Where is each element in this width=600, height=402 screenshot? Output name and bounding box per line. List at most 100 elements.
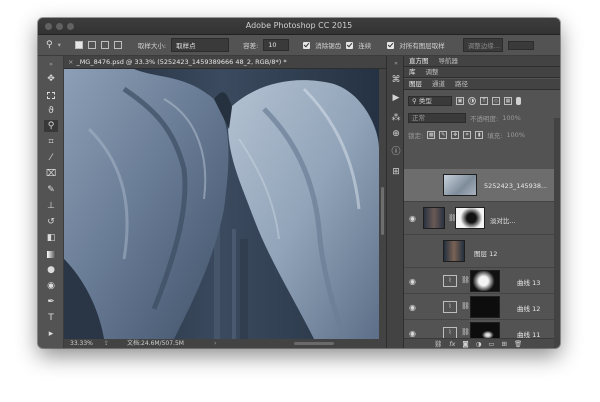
opacity-value[interactable]: 100%	[502, 114, 521, 122]
zoom-level[interactable]: 33.33%	[70, 339, 93, 348]
layer-visibility-eye-icon[interactable]: ◉	[408, 329, 417, 338]
layer-item[interactable]: 图层 12	[404, 235, 554, 268]
layer-name[interactable]: 淡对比...	[490, 215, 516, 225]
layer-name[interactable]: 曲线 13	[517, 277, 540, 287]
healing-brush-tool-icon[interactable]: ⌧	[44, 168, 58, 180]
lock-position-icon[interactable]: ✥	[451, 131, 460, 139]
close-document-icon[interactable]: ×	[68, 58, 73, 66]
new-group-icon[interactable]: ▭	[488, 340, 494, 348]
clone-source-icon[interactable]: ⊕	[390, 128, 402, 140]
tab-layers[interactable]: 图层	[409, 79, 422, 89]
lock-artboard-icon[interactable]: ⌗	[463, 131, 472, 139]
add-mask-icon[interactable]: ◙	[462, 340, 468, 348]
lock-all-icon[interactable]: ▮	[475, 131, 484, 139]
layer-style-fx-icon[interactable]: fx	[449, 340, 455, 348]
eraser-tool-icon[interactable]: ◧	[44, 232, 58, 244]
layer-visibility-eye-icon[interactable]: ◉	[408, 303, 417, 312]
info-icon[interactable]: ⓘ	[390, 146, 402, 158]
layer-filter-kind-select[interactable]: ⚲ 类型	[408, 96, 452, 106]
tab-adjustments[interactable]: 调整	[426, 67, 439, 77]
filter-shape-icon[interactable]: ◇	[492, 97, 500, 105]
brush-settings-icon[interactable]: ⁂	[390, 112, 402, 124]
magic-wand-tool-icon[interactable]: ⚲	[44, 120, 58, 132]
tolerance-input[interactable]: 10	[263, 39, 290, 51]
crop-tool-icon[interactable]: ⌗	[44, 136, 58, 148]
canvas-vertical-scrollbar[interactable]	[379, 69, 386, 339]
contiguous-checkbox[interactable]	[346, 41, 354, 49]
delete-layer-icon[interactable]: 🗑	[514, 340, 522, 348]
filter-pixel-icon[interactable]: ▣	[456, 97, 464, 105]
document-canvas[interactable]	[64, 69, 379, 339]
layer-visibility-eye-icon[interactable]: ◉	[408, 214, 417, 223]
subtract-selection-button[interactable]	[100, 41, 109, 49]
anti-alias-label: 消除锯齿	[315, 42, 342, 50]
dodge-tool-icon[interactable]: ◉	[44, 280, 58, 292]
properties-icon[interactable]: ⊞	[390, 166, 402, 178]
lock-image-icon[interactable]: ✎	[439, 131, 448, 139]
sample-size-select[interactable]: 取样点	[171, 38, 230, 52]
link-layers-icon[interactable]: ⛓	[434, 340, 442, 348]
panel-collapse-icon[interactable]: «	[390, 58, 402, 70]
layer-item[interactable]: 5252423_145938...	[404, 169, 554, 202]
document-tab[interactable]: × _MG_8476.psd @ 33.3% (5252423_145938966…	[64, 56, 386, 69]
move-tool-icon[interactable]: ✥	[44, 73, 58, 85]
lasso-tool-icon[interactable]: ϑ	[44, 105, 58, 117]
sample-size-label: 取样大小:	[137, 42, 167, 50]
layer-mask-link-icon[interactable]: ⛓	[461, 302, 470, 310]
layer-mask-thumbnail[interactable]	[470, 270, 500, 292]
layer-item[interactable]: ◉ ⛓ 淡对比...	[404, 202, 554, 235]
tab-paths[interactable]: 路径	[455, 79, 468, 89]
tab-channels[interactable]: 通道	[432, 79, 445, 89]
preset-chevron-icon[interactable]: ▾	[58, 41, 61, 49]
filter-type-icon[interactable]: T	[480, 97, 488, 105]
new-adjustment-icon[interactable]: ◑	[476, 340, 482, 348]
fill-value[interactable]: 100%	[506, 131, 525, 139]
marquee-tool-icon[interactable]	[44, 89, 58, 101]
layer-mask-link-icon[interactable]: ⛓	[461, 276, 470, 284]
tab-navigator[interactable]: 导航器	[439, 56, 459, 66]
add-selection-button[interactable]	[87, 41, 96, 49]
intersect-selection-button[interactable]	[113, 41, 122, 49]
new-selection-button[interactable]	[74, 41, 83, 49]
sample-all-layers-checkbox[interactable]	[387, 41, 395, 49]
actions-play-icon[interactable]: ▶	[390, 92, 402, 104]
share-icon[interactable]: ⇪	[104, 339, 109, 348]
tab-histogram[interactable]: 直方图	[409, 56, 429, 66]
new-layer-icon[interactable]: ⊞	[502, 340, 507, 348]
type-tool-icon[interactable]: T	[44, 312, 58, 324]
layer-name[interactable]: 曲线 12	[517, 303, 540, 313]
brush-tool-icon[interactable]: ✎	[44, 184, 58, 196]
layer-mask-thumbnail[interactable]	[470, 296, 500, 318]
tab-libraries[interactable]: 库	[409, 67, 416, 77]
history-icon[interactable]: ⌘	[390, 74, 402, 86]
lock-transparent-icon[interactable]: ▩	[427, 131, 436, 139]
canvas-scroll-thumb[interactable]	[381, 187, 384, 235]
layer-visibility-eye-icon[interactable]: ◉	[408, 277, 417, 286]
filter-toggle-icon[interactable]	[516, 97, 521, 105]
layer-mask-thumbnail[interactable]	[455, 207, 485, 229]
refine-edge-button[interactable]: 调整边缘...	[462, 38, 503, 52]
filter-adjustment-icon[interactable]: ◑	[468, 97, 476, 105]
gradient-tool-icon[interactable]	[44, 248, 58, 260]
canvas-horizontal-scroll-thumb[interactable]	[294, 342, 334, 345]
layer-item[interactable]: ◉ ⌇ ⛓ 曲线 12	[404, 294, 554, 320]
history-brush-tool-icon[interactable]: ↺	[44, 216, 58, 228]
layer-mask-link-icon[interactable]: ⛓	[461, 328, 470, 336]
blend-mode-select[interactable]: 正常	[408, 113, 466, 123]
status-menu-chevron-icon[interactable]: ›	[214, 339, 216, 348]
path-selection-tool-icon[interactable]: ▸	[44, 328, 58, 340]
filter-smart-object-icon[interactable]: ▦	[504, 97, 512, 105]
eyedropper-tool-icon[interactable]: ⁄	[44, 152, 58, 164]
blur-tool-icon[interactable]: ●	[44, 264, 58, 276]
layer-item[interactable]: ◉ ⌇ ⛓ 曲线 13	[404, 268, 554, 294]
layer-name[interactable]: 5252423_145938...	[484, 182, 547, 190]
anti-alias-checkbox[interactable]	[303, 41, 311, 49]
clone-stamp-tool-icon[interactable]: ⊥	[44, 200, 58, 212]
layer-name[interactable]: 图层 12	[474, 248, 497, 258]
pen-tool-icon[interactable]: ✒	[44, 296, 58, 308]
layers-scrollbar[interactable]	[554, 118, 560, 348]
workspace-select[interactable]	[507, 40, 534, 50]
magic-wand-preset-icon[interactable]: ⚲	[46, 40, 53, 50]
curves-adjustment-icon: ⌇	[443, 301, 457, 313]
toolbar-collapse-icon[interactable]: »	[44, 58, 58, 70]
